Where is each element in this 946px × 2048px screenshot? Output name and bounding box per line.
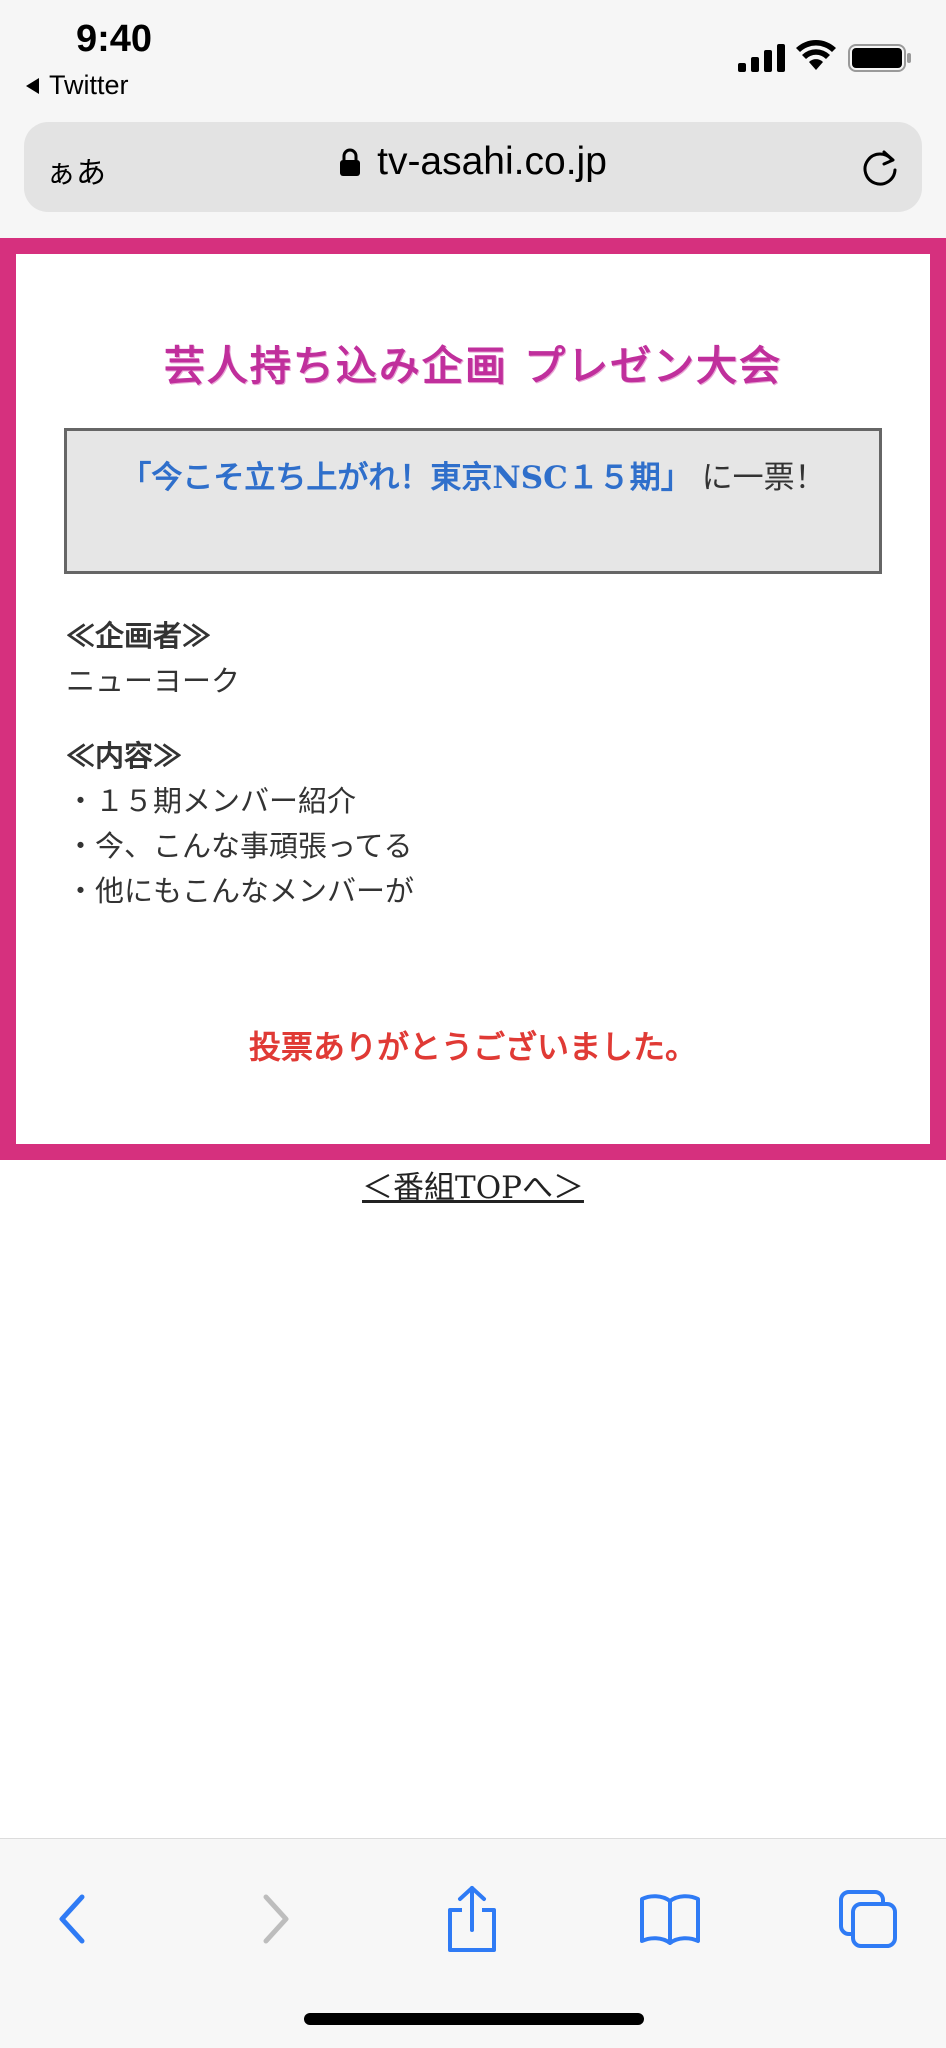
content-panel: 芸人持ち込み企画 プレゼン大会 「今こそ立ち上がれ！東京NSC１５期」 に一票！…	[16, 254, 930, 1144]
status-time: 9:40	[76, 18, 153, 60]
home-indicator[interactable]	[304, 2013, 644, 2025]
back-to-app-button[interactable]: Twitter	[26, 70, 129, 101]
cellular-signal-icon	[738, 44, 785, 72]
back-app-label: Twitter	[49, 70, 129, 100]
contents-section: ≪内容≫ ・１５期メンバー紹介 ・今、こんな事頑張ってる ・他にもこんなメンバー…	[66, 734, 414, 914]
back-triangle-icon	[26, 77, 39, 94]
share-icon	[448, 1886, 496, 1952]
back-arrow-icon	[59, 1894, 85, 1944]
url-area: ぁあ tv-asahi.co.jp	[0, 112, 946, 238]
url-display[interactable]: tv-asahi.co.jp	[24, 140, 922, 184]
program-top-link-row: ＜番組TOPへ＞	[0, 1162, 946, 1207]
content-frame: 芸人持ち込み企画 プレゼン大会 「今こそ立ち上がれ！東京NSC１５期」 に一票！…	[0, 238, 946, 1160]
wifi-icon	[796, 40, 836, 70]
address-bar[interactable]: ぁあ tv-asahi.co.jp	[24, 122, 922, 212]
planner-heading: ≪企画者≫	[66, 619, 212, 653]
list-item: ・１５期メンバー紹介	[66, 784, 357, 818]
vote-suffix: に一票！	[691, 460, 826, 496]
lock-icon	[340, 148, 361, 176]
planner-section: ≪企画者≫ ニューヨーク	[66, 614, 240, 704]
tabs-button[interactable]	[832, 1883, 904, 1955]
share-button[interactable]	[436, 1883, 508, 1955]
reload-icon[interactable]	[858, 146, 902, 190]
vote-title: 「今こそ立ち上がれ！東京NSC１５期」	[120, 460, 692, 496]
list-item: ・今、こんな事頑張ってる	[66, 829, 413, 863]
bookmarks-icon	[640, 1894, 700, 1945]
url-text: tv-asahi.co.jp	[377, 140, 607, 183]
contents-heading: ≪内容≫	[66, 739, 183, 773]
vote-box: 「今こそ立ち上がれ！東京NSC１５期」 に一票！	[64, 428, 882, 574]
back-button[interactable]	[36, 1883, 108, 1955]
bookmarks-button[interactable]	[634, 1883, 706, 1955]
battery-icon	[848, 44, 911, 72]
status-bar: 9:40 Twitter	[0, 0, 946, 112]
browser-toolbar	[0, 1838, 946, 2048]
tabs-icon	[839, 1890, 897, 1948]
forward-arrow-icon	[263, 1894, 289, 1944]
list-item: ・他にもこんなメンバーが	[66, 874, 415, 908]
thanks-message: 投票ありがとうございました。	[248, 1028, 697, 1066]
program-top-link[interactable]: ＜番組TOPへ＞	[362, 1170, 584, 1206]
forward-button[interactable]	[240, 1883, 312, 1955]
planner-name: ニューヨーク	[66, 664, 241, 698]
banner-title: 芸人持ち込み企画 プレゼン大会	[163, 342, 783, 390]
